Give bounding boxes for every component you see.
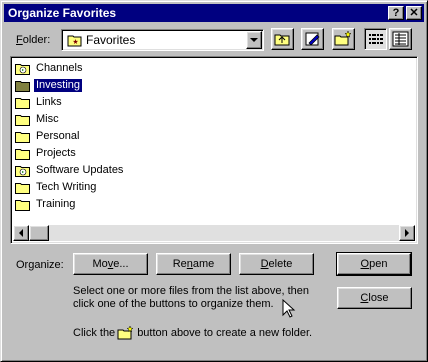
close-button[interactable]: Close — [337, 287, 412, 309]
scroll-thumb[interactable] — [29, 225, 49, 241]
details-view-button[interactable] — [389, 28, 412, 50]
list-item-label: Channels — [36, 61, 83, 74]
list-item-label: Training — [36, 197, 76, 210]
list-item-label: Projects — [36, 146, 76, 159]
rename-button[interactable]: Rename — [156, 253, 231, 275]
arrow-right-icon — [405, 229, 409, 237]
list-item-label: Software Updates — [36, 163, 124, 176]
list-item-label: Misc — [36, 112, 59, 125]
mouse-cursor-icon — [282, 299, 296, 318]
list-item-label: Personal — [36, 129, 80, 142]
list-item[interactable]: Tech Writing — [15, 179, 98, 195]
list-item[interactable]: Links — [15, 94, 64, 110]
select-hint: Select one or more files from the list a… — [73, 285, 310, 310]
arrow-left-icon — [19, 229, 23, 237]
list-item[interactable]: Channels — [15, 60, 84, 76]
channel-folder-icon — [15, 164, 31, 177]
open-button[interactable]: Open — [336, 252, 412, 276]
organize-label: Organize: — [16, 259, 64, 271]
folder-dropdown[interactable]: ★ Favorites — [61, 29, 264, 51]
list-item[interactable]: Misc — [15, 111, 61, 127]
channel-folder-icon — [15, 62, 31, 75]
list-item[interactable]: Training — [15, 196, 77, 212]
help-button[interactable]: ? — [388, 6, 404, 20]
favorites-edit-button[interactable] — [301, 28, 324, 50]
details-view-icon — [392, 31, 409, 47]
list-item[interactable]: Software Updates — [15, 162, 125, 178]
list-item[interactable]: Projects — [15, 145, 78, 161]
new-folder-icon — [334, 30, 352, 46]
pencil-icon — [305, 32, 320, 46]
folder-dropdown-arrow[interactable] — [246, 31, 262, 49]
close-icon: ✕ — [409, 7, 419, 19]
svg-text:★: ★ — [72, 38, 78, 46]
question-icon: ? — [392, 7, 400, 19]
delete-button[interactable]: Delete — [239, 253, 314, 275]
folder-icon — [15, 113, 31, 126]
up-folder-icon — [274, 34, 290, 46]
list-item[interactable]: Personal — [15, 128, 81, 144]
organize-favorites-dialog: Organize Favorites ? ✕ Folder: ★ Favorit… — [0, 0, 428, 362]
close-window-button[interactable]: ✕ — [406, 6, 422, 20]
create-new-folder-button[interactable] — [332, 28, 355, 50]
horizontal-scrollbar[interactable] — [13, 225, 415, 241]
list-item[interactable]: Investing — [15, 77, 83, 93]
list-item-label: Links — [36, 95, 62, 108]
window-title: Organize Favorites — [8, 6, 117, 20]
scroll-right-button[interactable] — [399, 225, 415, 241]
chevron-down-icon — [250, 38, 258, 42]
folder-icon — [15, 147, 31, 160]
folder-label: Folder: — [16, 34, 51, 46]
list-item-label: Investing — [34, 78, 83, 92]
move-button[interactable]: Move... — [73, 253, 148, 275]
list-view-icon — [369, 34, 383, 44]
favorites-list[interactable]: Channels Investing Links Misc Personal Projec… — [10, 56, 418, 244]
folder-icon — [15, 130, 31, 143]
favorites-folder-icon: ★ — [67, 33, 83, 50]
list-view-button[interactable] — [364, 28, 387, 50]
folder-icon — [15, 96, 31, 109]
up-one-level-button[interactable] — [271, 28, 294, 50]
folder-dropdown-value: Favorites — [86, 33, 136, 47]
title-bar[interactable]: Organize Favorites ? ✕ — [4, 4, 424, 22]
list-item-label: Tech Writing — [36, 180, 97, 193]
scroll-left-button[interactable] — [13, 225, 29, 241]
new-folder-icon — [117, 325, 134, 340]
create-folder-hint: Click the button above to create a new f… — [73, 325, 313, 340]
folder-icon — [15, 181, 31, 194]
folder-icon — [15, 198, 31, 211]
folder-icon — [15, 79, 31, 92]
